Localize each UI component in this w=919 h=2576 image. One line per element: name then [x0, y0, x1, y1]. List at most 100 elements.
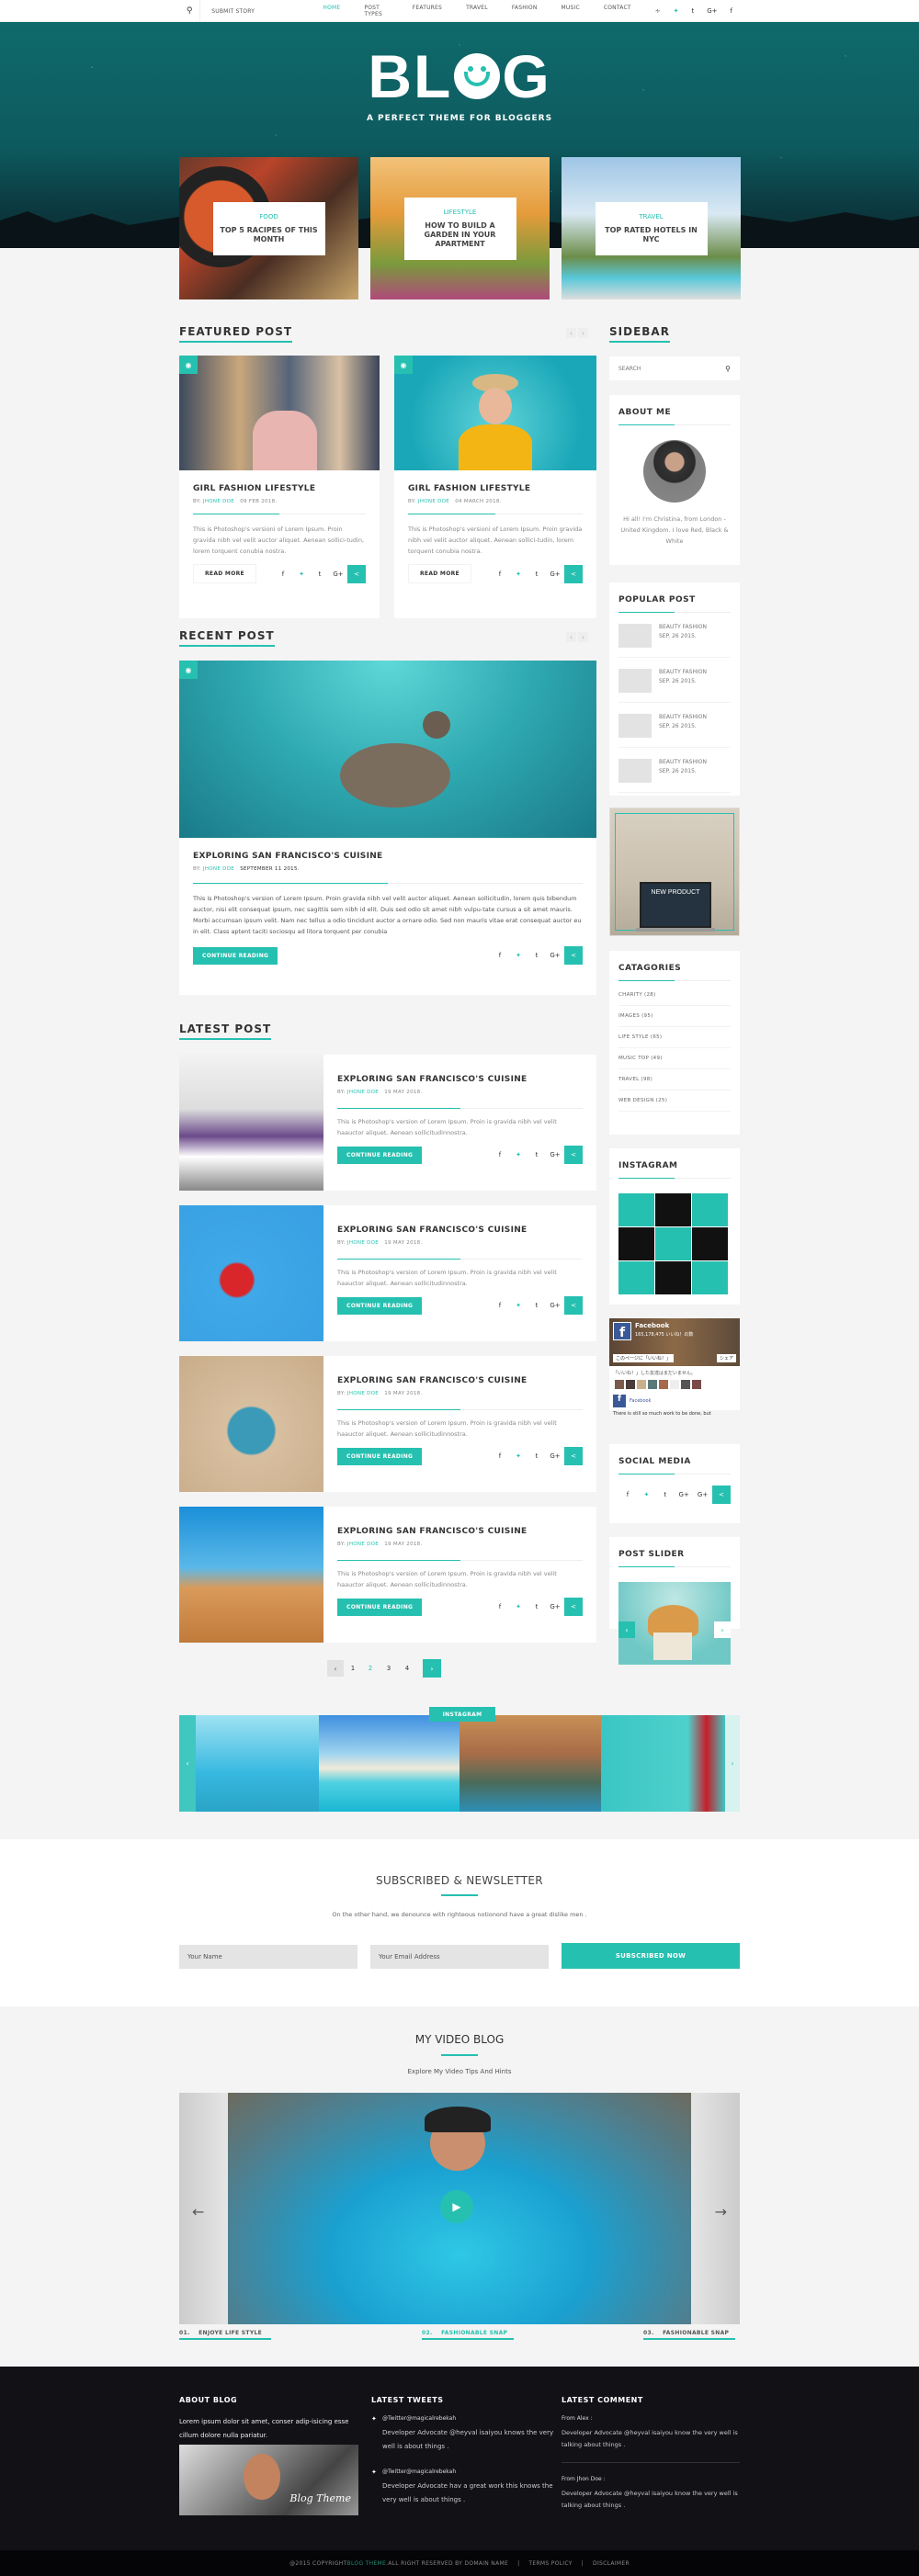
- instagram-tile[interactable]: [692, 1227, 728, 1260]
- prev-arrow[interactable]: ‹: [566, 632, 576, 642]
- continue-reading-button[interactable]: CONTINUE READING: [193, 946, 278, 965]
- popular-post-item[interactable]: BEAUTY FASHION SEP. 26 2015.: [618, 669, 731, 703]
- strip-next-arrow[interactable]: ›: [725, 1715, 740, 1812]
- page-prev[interactable]: ‹: [327, 1660, 344, 1677]
- page-4[interactable]: 4: [399, 1665, 415, 1672]
- post-title[interactable]: EXPLORING SAN FRANCISCO'S CUISINE: [337, 1376, 583, 1385]
- category-item[interactable]: MUSIC TOP (49): [618, 1048, 731, 1069]
- instagram-photo[interactable]: [319, 1715, 460, 1812]
- twitter-icon[interactable]: ✦: [509, 1447, 528, 1465]
- tumblr-icon[interactable]: t: [656, 1486, 675, 1504]
- share-icon[interactable]: <: [564, 946, 583, 965]
- video-item-3[interactable]: 03. FASHIONABLE SNAP: [643, 2330, 736, 2340]
- facebook-icon[interactable]: f: [491, 946, 509, 965]
- name-field[interactable]: [179, 1945, 357, 1969]
- facebook-icon[interactable]: f: [491, 1447, 509, 1465]
- latest-post-image[interactable]: [179, 1205, 323, 1341]
- video-item-2[interactable]: 02. FASHIONABLE SNAP: [422, 2330, 515, 2340]
- twitter-icon[interactable]: ✦: [509, 1296, 528, 1315]
- google-plus-icon[interactable]: G+: [694, 1486, 712, 1504]
- hero-slide-travel[interactable]: TRAVEL TOP RATED HOTELS IN NYC: [562, 157, 741, 299]
- popular-post-item[interactable]: BEAUTY FASHION SEP. 26 2015.: [618, 759, 731, 793]
- post-title[interactable]: GIRL FASHION LIFESTYLE: [408, 484, 583, 493]
- tumblr-icon[interactable]: t: [528, 565, 546, 583]
- fb-like-button[interactable]: このページに「いいね！」: [613, 1354, 674, 1362]
- submit-story-link[interactable]: SUBMIT STORY: [211, 8, 291, 15]
- twitter-icon[interactable]: ✦: [509, 1146, 528, 1164]
- site-logo[interactable]: BL G: [0, 46, 919, 107]
- category-item[interactable]: TRAVEL (98): [618, 1069, 731, 1090]
- search-icon[interactable]: ⚲: [179, 0, 201, 22]
- twitter-icon[interactable]: ✦: [292, 565, 311, 583]
- page-3[interactable]: 3: [379, 1665, 399, 1672]
- email-field[interactable]: [370, 1945, 549, 1969]
- category-item[interactable]: LIFE STYLE (65): [618, 1027, 731, 1048]
- tumblr-icon[interactable]: t: [528, 946, 546, 965]
- tumblr-icon[interactable]: t: [311, 565, 329, 583]
- post-title[interactable]: EXPLORING SAN FRANCISCO'S CUISINE: [193, 852, 583, 861]
- featured-image[interactable]: ◉: [394, 356, 596, 470]
- latest-post-image[interactable]: [179, 1507, 323, 1643]
- author-link[interactable]: JHONE DOE: [347, 1391, 379, 1396]
- facebook-icon[interactable]: f: [491, 565, 509, 583]
- share-icon[interactable]: <: [711, 1486, 731, 1504]
- category-item[interactable]: IMAGES (95): [618, 1006, 731, 1027]
- instagram-tile[interactable]: [655, 1261, 691, 1294]
- menu-music[interactable]: MUSIC: [562, 5, 580, 17]
- menu-fashion[interactable]: FASHION: [512, 5, 538, 17]
- search-input[interactable]: [618, 365, 720, 372]
- twitter-icon[interactable]: ✦: [674, 7, 679, 15]
- latest-post-image[interactable]: [179, 1055, 323, 1191]
- instagram-tile[interactable]: [655, 1193, 691, 1226]
- google-plus-icon[interactable]: G+: [546, 1296, 564, 1315]
- instagram-tile[interactable]: [692, 1193, 728, 1226]
- menu-contact[interactable]: CONTACT: [604, 5, 631, 17]
- latest-post-image[interactable]: [179, 1356, 323, 1492]
- fb-page-name[interactable]: Facebook: [635, 1322, 669, 1329]
- continue-reading-button[interactable]: CONTINUE READING: [337, 1146, 423, 1164]
- play-icon[interactable]: ▶: [440, 2190, 473, 2223]
- instagram-tile[interactable]: [692, 1261, 728, 1294]
- instagram-tile[interactable]: [655, 1227, 691, 1260]
- facebook-icon[interactable]: f: [618, 1486, 637, 1504]
- category-item[interactable]: WEB DESIGN (25): [618, 1090, 731, 1112]
- prev-arrow[interactable]: ‹: [566, 328, 576, 338]
- facebook-icon[interactable]: f: [491, 1146, 509, 1164]
- read-more-button[interactable]: READ MORE: [193, 564, 256, 583]
- twitter-icon[interactable]: ✦: [637, 1486, 655, 1504]
- terms-link[interactable]: TERMS POLICY: [528, 2560, 572, 2567]
- google-plus-icon[interactable]: G+: [707, 7, 717, 15]
- facebook-icon[interactable]: f: [274, 565, 292, 583]
- facebook-icon[interactable]: f: [491, 1296, 509, 1315]
- google-plus-icon[interactable]: G+: [675, 1486, 693, 1504]
- share-icon[interactable]: <: [564, 1447, 583, 1465]
- tumblr-icon[interactable]: t: [691, 7, 694, 15]
- instagram-photo[interactable]: [601, 1715, 725, 1812]
- google-plus-icon[interactable]: G+: [546, 1146, 564, 1164]
- share-icon[interactable]: <: [564, 1146, 583, 1164]
- post-title[interactable]: GIRL FASHION LIFESTYLE: [193, 484, 366, 493]
- google-plus-icon[interactable]: G+: [329, 565, 347, 583]
- share-icon[interactable]: <: [564, 1296, 583, 1315]
- menu-home[interactable]: HOME: [323, 5, 340, 17]
- author-link[interactable]: JHONE DOE: [347, 1240, 379, 1246]
- post-title[interactable]: EXPLORING SAN FRANCISCO'S CUISINE: [337, 1226, 583, 1235]
- menu-features[interactable]: FEATURES: [413, 5, 442, 17]
- tweet-handle[interactable]: @Twitter@magicalrebekah: [382, 2415, 456, 2423]
- menu-post-types[interactable]: POST TYPES: [364, 5, 388, 17]
- continue-reading-button[interactable]: CONTINUE READING: [337, 1296, 423, 1315]
- tumblr-icon[interactable]: t: [528, 1598, 546, 1616]
- page-1[interactable]: 1: [344, 1665, 362, 1672]
- disclaimer-link[interactable]: DISCLAIMER: [593, 2560, 630, 2567]
- rss-icon[interactable]: ∻: [655, 7, 661, 15]
- author-link[interactable]: JHONE DOE: [347, 1090, 379, 1095]
- hero-slide-lifestyle[interactable]: LIFESTYLE HOW TO BUILD A GARDEN IN YOUR A…: [370, 157, 550, 299]
- video-player[interactable]: ▶: [228, 2093, 691, 2324]
- subscribe-button[interactable]: SUBSCRIBED NOW: [562, 1943, 740, 1969]
- post-slider-image[interactable]: ‹ ›: [618, 1582, 731, 1665]
- page-next[interactable]: ›: [423, 1659, 441, 1678]
- post-title[interactable]: EXPLORING SAN FRANCISCO'S CUISINE: [337, 1075, 583, 1084]
- instagram-tile[interactable]: [618, 1261, 654, 1294]
- next-arrow[interactable]: ›: [578, 632, 588, 642]
- twitter-icon[interactable]: ✦: [509, 565, 528, 583]
